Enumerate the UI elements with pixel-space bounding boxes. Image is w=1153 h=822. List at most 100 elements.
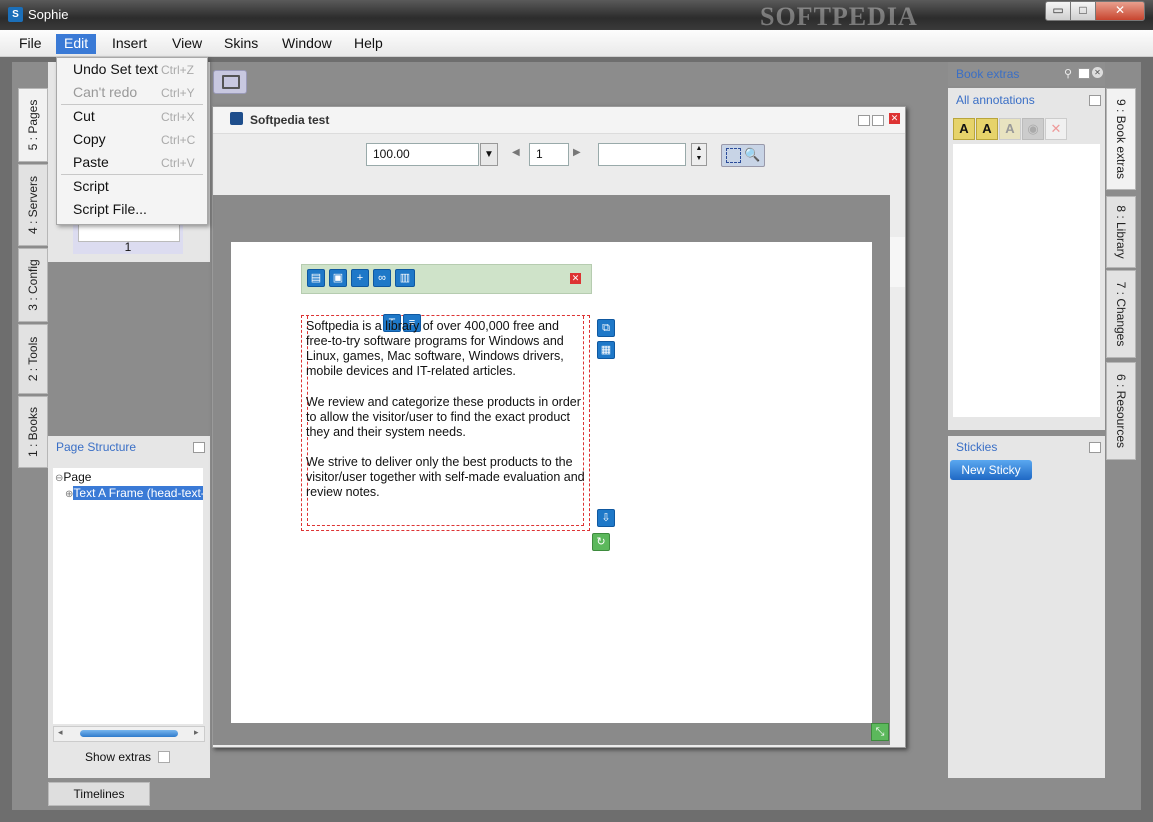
show-extras-checkbox[interactable] (158, 751, 170, 763)
tree-node-text-frame-label: Text A Frame (head-text- (73, 486, 203, 500)
scrollbar-thumb[interactable] (80, 730, 178, 737)
tab-config-label: 3 : Config (26, 259, 40, 311)
pin-icon[interactable]: ⚲ (1064, 67, 1072, 80)
menu-edit[interactable]: Edit (56, 34, 97, 54)
menu-item-script[interactable]: Script (73, 178, 109, 194)
tab-tools-label: 2 : Tools (26, 336, 40, 382)
menu-file[interactable]: File (11, 34, 50, 54)
tab-servers[interactable]: 4 : Servers (18, 164, 48, 246)
tree-node-page-label: Page (63, 470, 92, 484)
maximize-button[interactable]: □ (1070, 1, 1096, 21)
layout-icon[interactable]: ▥ (395, 269, 415, 287)
selection-tools: 🔍 (721, 144, 765, 167)
tab-pages[interactable]: 5 : Pages (18, 88, 48, 162)
tree-node-text-frame[interactable]: ⊕Text A Frame (head-text- (65, 486, 203, 500)
book-extras-header: Book extras ⚲ ✕ (948, 62, 1105, 86)
title-bar: S Sophie SOFTPEDIA ▭ □ ✕ (0, 0, 1153, 31)
minimize-button[interactable]: ▭ (1045, 1, 1071, 21)
monitor-toggle-button[interactable] (213, 70, 247, 94)
add-icon[interactable]: + (351, 269, 369, 287)
app-icon: S (8, 7, 23, 22)
page-structure-title: Page Structure (56, 440, 137, 454)
menu-item-paste[interactable]: Paste (73, 154, 109, 170)
menu-item-undo[interactable]: Undo Set text (73, 61, 158, 77)
menu-separator (61, 174, 203, 175)
close-frame-toolbar-icon[interactable]: ✕ (570, 273, 581, 284)
menu-window[interactable]: Window (274, 34, 340, 54)
scroll-right-icon[interactable]: ▸ (194, 727, 199, 738)
prev-page-icon[interactable]: ◀ (512, 147, 520, 158)
zoom-field[interactable]: 100.00 (366, 143, 479, 166)
menu-item-redo: Can't redo (73, 84, 138, 100)
tab-tools[interactable]: 2 : Tools (18, 324, 48, 394)
edit-menu-dropdown: Undo Set text Ctrl+Z Can't redo Ctrl+Y C… (56, 57, 208, 225)
add-annotation-icon[interactable]: A (953, 118, 975, 140)
resize-handle-icon[interactable]: ⤡ (871, 723, 889, 741)
marquee-select-icon[interactable] (726, 148, 741, 163)
close-doc-icon[interactable]: ✕ (889, 113, 900, 124)
monitor-icon (222, 75, 240, 89)
menu-skins[interactable]: Skins (216, 34, 266, 54)
copy-frame-icon[interactable]: ⧉ (597, 319, 615, 337)
scroll-left-icon[interactable]: ◂ (58, 727, 63, 738)
highlight-annotation-icon[interactable]: A (976, 118, 998, 140)
close-extras-icon[interactable]: ✕ (1092, 67, 1103, 78)
float-doc-icon[interactable] (872, 115, 884, 126)
annotations-panel: All annotations A A A ◉ ✕ (948, 88, 1105, 430)
frame-toolbar: ▤ ▣ + ∞ ▥ ✕ (301, 264, 592, 294)
menu-item-cut[interactable]: Cut (73, 108, 95, 124)
vertical-scrollbar[interactable] (890, 237, 905, 287)
tab-changes[interactable]: 7 : Changes (1106, 270, 1136, 358)
tab-books[interactable]: 1 : Books (18, 396, 48, 468)
text-paragraph-3: We strive to deliver only the best produ… (306, 455, 585, 499)
rotate-icon[interactable]: ↻ (592, 533, 610, 551)
page-structure-panel: Page Structure ⊖Page ⊕Text A Frame (head… (48, 436, 210, 778)
toggle-visibility-icon[interactable]: ◉ (1022, 118, 1044, 140)
float-stickies-icon[interactable] (1089, 442, 1101, 453)
tab-library-label: 8 : Library (1114, 205, 1128, 259)
delete-annotation-icon[interactable]: ✕ (1045, 118, 1067, 140)
link-icon[interactable]: ∞ (373, 269, 391, 287)
text-paragraph-2: We review and categorize these products … (306, 395, 581, 439)
tab-resources-label: 6 : Resources (1114, 373, 1128, 449)
bring-down-icon[interactable]: ⇩ (597, 509, 615, 527)
restore-icon[interactable] (858, 115, 870, 126)
menu-view[interactable]: View (164, 34, 210, 54)
tree-node-page[interactable]: ⊖Page (55, 470, 91, 484)
float-extras-icon[interactable] (1078, 68, 1090, 79)
annotations-list (953, 144, 1100, 417)
frame-settings-icon[interactable]: ▣ (329, 269, 347, 287)
tab-servers-label: 4 : Servers (26, 175, 40, 235)
tab-config[interactable]: 3 : Config (18, 248, 48, 322)
tab-changes-label: 7 : Changes (1114, 281, 1128, 347)
menu-item-copy[interactable]: Copy (73, 131, 106, 147)
horizontal-scrollbar[interactable]: ◂ ▸ (53, 726, 205, 742)
search-field[interactable] (598, 143, 686, 166)
tab-timelines[interactable]: Timelines (48, 782, 150, 806)
zoom-dropdown-arrow[interactable]: ▼ (480, 143, 498, 166)
menu-help[interactable]: Help (346, 34, 391, 54)
next-page-icon[interactable]: ▶ (573, 147, 581, 158)
shortcut-undo: Ctrl+Z (161, 63, 194, 77)
tab-book-extras[interactable]: 9 : Book extras (1106, 88, 1136, 190)
tab-library[interactable]: 8 : Library (1106, 196, 1136, 268)
menu-item-script-file[interactable]: Script File... (73, 201, 147, 217)
paste-frame-icon[interactable]: ▦ (597, 341, 615, 359)
new-sticky-button[interactable]: New Sticky (950, 460, 1032, 480)
shortcut-redo: Ctrl+Y (161, 86, 195, 100)
new-page-icon[interactable]: ▤ (307, 269, 325, 287)
menu-insert[interactable]: Insert (104, 34, 155, 54)
stickies-panel: Stickies New Sticky (948, 436, 1105, 778)
float-icon[interactable] (193, 442, 205, 453)
edit-annotation-icon[interactable]: A (999, 118, 1021, 140)
all-annotations-title: All annotations (956, 93, 1035, 107)
tab-pages-label: 5 : Pages (26, 99, 40, 151)
page-number-field[interactable]: 1 (529, 143, 569, 166)
spinner-control[interactable]: ▲ ▼ (691, 143, 707, 166)
page-thumbnail-number: 1 (124, 240, 132, 254)
zoom-tool-icon[interactable]: 🔍 (744, 147, 760, 163)
float-annotations-icon[interactable] (1089, 95, 1101, 106)
watermark: SOFTPEDIA (760, 2, 918, 31)
close-button[interactable]: ✕ (1095, 1, 1145, 21)
tab-resources[interactable]: 6 : Resources (1106, 362, 1136, 460)
